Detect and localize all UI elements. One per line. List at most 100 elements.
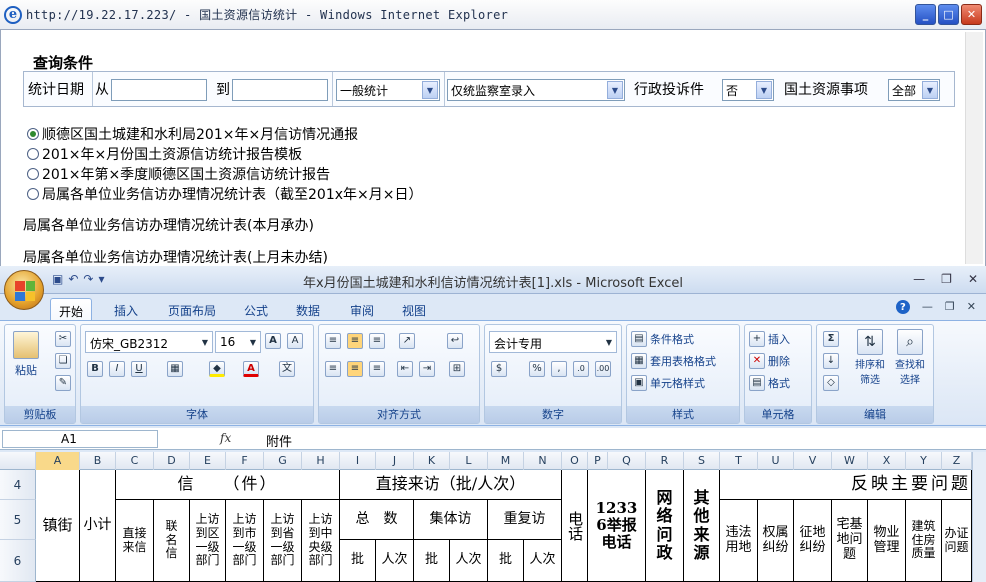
col-header-m[interactable]: M xyxy=(488,452,524,470)
wrap-text-icon[interactable]: ↩ xyxy=(447,333,463,349)
cell-to-central[interactable]: 上访到中央级部门 xyxy=(302,500,340,582)
ribbon-close-icon[interactable]: ✕ xyxy=(967,300,976,314)
col-header-h[interactable]: H xyxy=(302,452,340,470)
cell-ownership[interactable]: 权属纠纷 xyxy=(758,500,794,582)
cell-joint-letter[interactable]: 联名信 xyxy=(154,500,190,582)
formula-input[interactable]: 附件 xyxy=(266,431,292,450)
col-header-u[interactable]: U xyxy=(758,452,794,470)
stat-type-select[interactable]: 一般统计 ▼ xyxy=(336,79,440,101)
italic-button[interactable]: I xyxy=(109,361,125,377)
col-header-w[interactable]: W xyxy=(832,452,868,470)
font-size-select[interactable]: 16 ▼ xyxy=(215,331,261,353)
excel-close-icon[interactable]: ✕ xyxy=(968,272,978,286)
row-header-4[interactable]: 4 xyxy=(0,470,36,500)
col-header-a[interactable]: A xyxy=(36,452,80,470)
decrease-decimal-icon[interactable]: .00 xyxy=(595,361,611,377)
col-header-c[interactable]: C xyxy=(116,452,154,470)
align-center-icon[interactable]: ≡ xyxy=(347,361,363,377)
col-header-q[interactable]: Q xyxy=(608,452,646,470)
grow-font-icon[interactable]: A xyxy=(265,333,281,349)
cell-direct-letter[interactable]: 直接来信 xyxy=(116,500,154,582)
font-name-select[interactable]: 仿宋_GB2312 ▼ xyxy=(85,331,213,353)
col-header-j[interactable]: J xyxy=(376,452,414,470)
ribbon-restore-icon[interactable]: ❐ xyxy=(945,300,955,314)
format-table-button[interactable]: ▦ 套用表格格式 xyxy=(631,353,716,369)
maximize-button[interactable]: □ xyxy=(938,4,959,25)
increase-decimal-icon[interactable]: .0 xyxy=(573,361,589,377)
col-header-l[interactable]: L xyxy=(450,452,488,470)
col-header-y[interactable]: Y xyxy=(906,452,942,470)
cell-repeat-renci[interactable]: 人次 xyxy=(524,540,562,582)
cell-reflect-header[interactable]: 反映主要问题 xyxy=(720,470,972,500)
shrink-font-icon[interactable]: A xyxy=(287,333,303,349)
report-option-4[interactable]: 局属各单位业务信访办理情况统计表（截至201x年×月×日） xyxy=(27,184,422,204)
minimize-button[interactable]: _ xyxy=(915,4,936,25)
cell-other-source[interactable]: 其他来源 xyxy=(684,470,720,582)
fx-icon[interactable]: fx xyxy=(220,431,231,445)
cell-direct-visit-header[interactable]: 直接来访（批/人次） xyxy=(340,470,562,500)
select-all-corner[interactable] xyxy=(0,452,36,470)
row-header-6[interactable]: 6 xyxy=(0,540,36,582)
extra-report-2[interactable]: 局属各单位业务信访办理情况统计表(上月未办结) xyxy=(23,247,328,267)
extra-report-1[interactable]: 局属各单位业务信访办理情况统计表(本月承办) xyxy=(23,215,314,235)
cell-to-province[interactable]: 上访到省一级部门 xyxy=(264,500,302,582)
align-top-icon[interactable]: ≡ xyxy=(325,333,341,349)
cell-property[interactable]: 物业管理 xyxy=(868,500,906,582)
cell-12336[interactable]: 12336举报电话 xyxy=(588,470,646,582)
find-select-button[interactable]: ⌕ 查找和选择 xyxy=(893,329,927,386)
format-button[interactable]: ▤ 格式 xyxy=(749,375,790,391)
cut-icon[interactable]: ✂ xyxy=(55,331,71,347)
col-header-s[interactable]: S xyxy=(684,452,720,470)
paste-button[interactable]: 粘贴 xyxy=(13,331,39,378)
cell-group-pi[interactable]: 批 xyxy=(414,540,450,582)
excel-restore-icon[interactable]: ❐ xyxy=(941,272,952,286)
tab-data[interactable]: 数据 xyxy=(288,298,328,320)
tab-review[interactable]: 审阅 xyxy=(342,298,382,320)
col-header-r[interactable]: R xyxy=(646,452,684,470)
from-date-input[interactable] xyxy=(111,79,207,101)
cell-group-renci[interactable]: 人次 xyxy=(450,540,488,582)
copy-icon[interactable]: ❏ xyxy=(55,353,71,369)
name-box[interactable]: A1 xyxy=(2,430,158,448)
col-header-b[interactable]: B xyxy=(80,452,116,470)
col-header-d[interactable]: D xyxy=(154,452,190,470)
align-bottom-icon[interactable]: ≡ xyxy=(369,333,385,349)
cell-xiaoji[interactable]: 小计 xyxy=(80,470,116,582)
ribbon-minimize-icon[interactable]: — xyxy=(922,300,933,314)
cell-web[interactable]: 网络问政 xyxy=(646,470,684,582)
col-header-t[interactable]: T xyxy=(720,452,758,470)
cell-building[interactable]: 建筑住房质量 xyxy=(906,500,942,582)
cell-total-pi[interactable]: 批 xyxy=(340,540,376,582)
col-header-x[interactable]: X xyxy=(868,452,906,470)
col-header-g[interactable]: G xyxy=(264,452,302,470)
font-color-icon[interactable]: A xyxy=(243,361,259,377)
autosum-icon[interactable]: Σ xyxy=(823,331,839,347)
close-button[interactable]: ✕ xyxy=(961,4,982,25)
col-header-f[interactable]: F xyxy=(226,452,264,470)
cell-repeat-visit[interactable]: 重复访 xyxy=(488,500,562,540)
col-header-z[interactable]: Z xyxy=(942,452,972,470)
tab-page-layout[interactable]: 页面布局 xyxy=(160,298,224,320)
ie-scrollbar[interactable] xyxy=(965,32,983,264)
excel-minimize-icon[interactable]: — xyxy=(913,272,925,286)
row-header-5[interactable]: 5 xyxy=(0,500,36,540)
cell-xin-header[interactable]: 信 （件） xyxy=(116,470,340,500)
cell-office[interactable]: 办证问题 xyxy=(942,500,972,582)
cell-style-button[interactable]: ▣ 单元格样式 xyxy=(631,375,705,391)
col-header-v[interactable]: V xyxy=(794,452,832,470)
admin-complaint-select[interactable]: 否 ▼ xyxy=(722,79,774,101)
increase-indent-icon[interactable]: ⇥ xyxy=(419,361,435,377)
align-right-icon[interactable]: ≡ xyxy=(369,361,385,377)
comma-icon[interactable]: , xyxy=(551,361,567,377)
tab-home[interactable]: 开始 xyxy=(50,298,93,320)
cell-phone[interactable]: 电话 xyxy=(562,470,588,582)
orientation-icon[interactable]: ↗ xyxy=(399,333,415,349)
phonetic-icon[interactable]: 文 xyxy=(279,361,295,377)
borders-icon[interactable]: ▦ xyxy=(167,361,183,377)
cell-repeat-pi[interactable]: 批 xyxy=(488,540,524,582)
col-header-p[interactable]: P xyxy=(588,452,608,470)
format-painter-icon[interactable]: ✎ xyxy=(55,375,71,391)
worksheet-grid[interactable]: A B C D E F G H I J K L M N O P Q R S T … xyxy=(0,452,986,582)
fill-icon[interactable]: ↓ xyxy=(823,353,839,369)
to-date-input[interactable] xyxy=(232,79,328,101)
